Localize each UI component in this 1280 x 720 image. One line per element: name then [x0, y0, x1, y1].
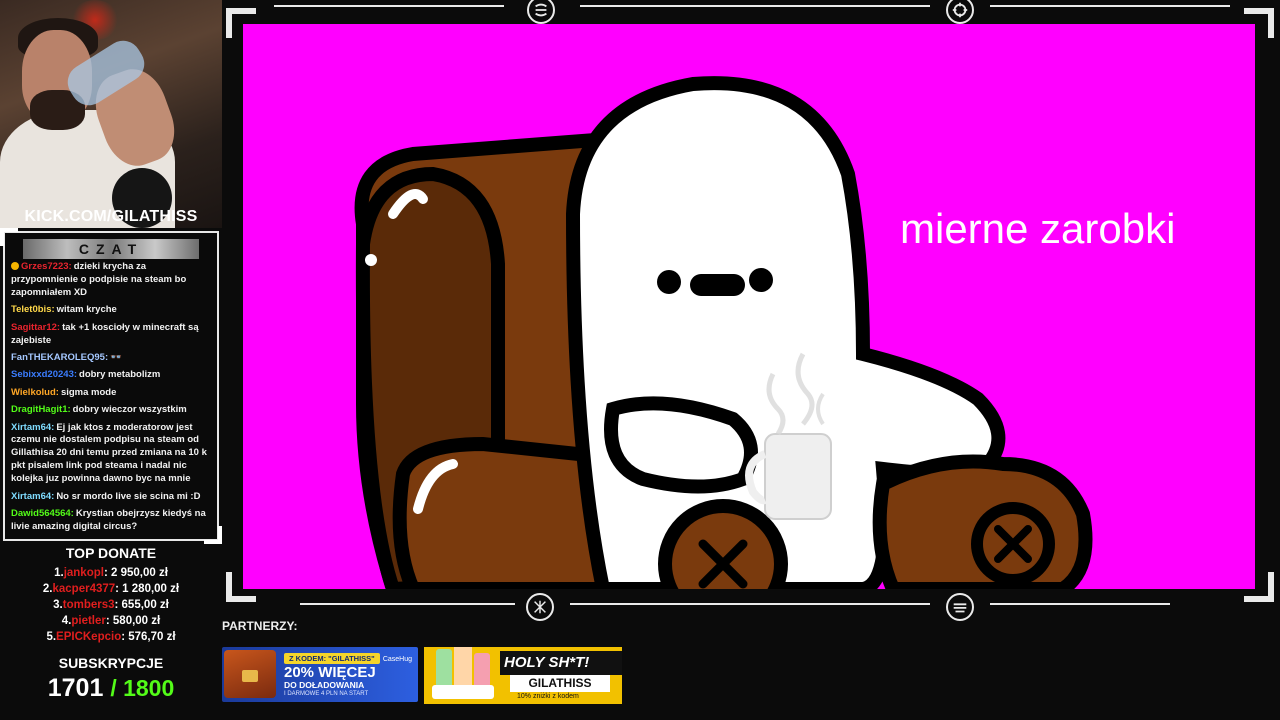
- drink-cans-icon: [432, 647, 494, 699]
- partner-banner-holyshit[interactable]: HOLY SH*T! GILATHISS 10% zniżki z kodem: [424, 647, 622, 704]
- chat-text: dobry metabolizm: [79, 369, 161, 381]
- chat-message: Telet0bis: witam kryche: [11, 304, 211, 317]
- frame-line-top-left: [274, 5, 504, 7]
- subs-counter: 1701 / 1800: [0, 674, 222, 703]
- chat-title: CZAT: [23, 239, 199, 259]
- frame-line-bottom-right: [990, 603, 1170, 605]
- chat-message: Wielkolud: sigma mode: [11, 387, 211, 400]
- donate-rank: 1.: [54, 567, 64, 579]
- donor-name: kacper4377: [52, 583, 116, 595]
- chat-message: FanTHEKAROLEQ95: 👓: [11, 352, 211, 365]
- donate-row: 1.jankopl: 2 950,00 zł: [0, 565, 222, 581]
- subs-goal: / 1800: [110, 675, 175, 701]
- banner2-foot: 10% zniżki z kodem: [517, 693, 579, 700]
- frame-line-top-right: [990, 5, 1230, 7]
- subs-current: 1701: [47, 674, 104, 702]
- channel-url: KICK.COM/GILATHISS: [24, 208, 198, 225]
- chat-username[interactable]: FanTHEKAROLEQ95:: [11, 352, 108, 363]
- donate-amount: : 2 950,00 zł: [103, 567, 168, 579]
- chat-message-list: Grzes7223: dzieki krycha za przypomnienie…: [5, 261, 217, 534]
- donate-amount: : 655,00 zł: [114, 599, 169, 611]
- banner1-headline: 20% WIĘCEJ: [284, 664, 376, 681]
- banner1-brand: CaseHug: [382, 656, 412, 663]
- banner2-headline: HOLY SH*T!: [504, 654, 590, 671]
- sub-badge-icon: [11, 262, 19, 270]
- banner1-sub: DO DOŁADOWANIA: [284, 680, 365, 690]
- chat-text: 👓: [110, 351, 122, 363]
- chat-message: DragitHagit1: dobry wieczor wszystkim: [11, 404, 211, 417]
- sponsor-logo-icon-4: [946, 593, 974, 621]
- chat-username[interactable]: Telet0bis:: [11, 304, 55, 315]
- ghost-in-armchair-illustration: [354, 76, 1093, 589]
- banner1-foot: I DARMOWE 4 PLN NA START: [284, 691, 369, 697]
- donate-row: 2.kacper4377: 1 280,00 zł: [0, 581, 222, 597]
- donate-row: 4.pietler: 580,00 zł: [0, 613, 222, 629]
- donate-amount: : 580,00 zł: [105, 615, 161, 627]
- subs-title: SUBSKRYPCJE: [58, 655, 164, 671]
- chat-username[interactable]: Sagittar12:: [11, 322, 60, 333]
- chat-username[interactable]: Xirtam64:: [11, 422, 54, 433]
- sponsor-logo-icon-3: [526, 593, 554, 621]
- top-donate-list: 1.jankopl: 2 950,00 zł 2.kacper4377: 1 28…: [0, 565, 222, 645]
- chat-username[interactable]: Sebixxd20243:: [11, 369, 77, 380]
- donate-rank: 5.: [46, 631, 57, 643]
- donate-rank: 4.: [61, 615, 72, 627]
- video-caption: mierne zarobki: [900, 205, 1176, 252]
- partners-label: PARTNERZY:: [222, 619, 298, 633]
- chat-message: Dawid564564: Krystian obejrzysz kiedyś na…: [11, 508, 211, 534]
- chat-text: sigma mode: [60, 386, 117, 398]
- partner-banner-casehug[interactable]: Z KODEM: "GILATHISS" CaseHug 20% WIĘCEJ …: [222, 647, 418, 702]
- frame-line-bottom-mid: [570, 603, 930, 605]
- donate-row: 5.EPICKepcio: 576,70 zł: [0, 629, 222, 645]
- chat-message: Sebixxd20243: dobry metabolizm: [11, 369, 211, 382]
- donate-amount: : 576,70 zł: [121, 631, 176, 643]
- donate-rank: 3.: [53, 599, 63, 611]
- chat-message: Sagittar12: tak +1 kosciołу w minecraft s…: [11, 322, 211, 348]
- donate-amount: : 1 280,00 zł: [115, 583, 180, 595]
- top-donate-panel: TOP DONATE 1.jankopl: 2 950,00 zł 2.kacpe…: [0, 545, 222, 645]
- top-donate-title: TOP DONATE: [65, 545, 157, 561]
- chat-panel: CZAT Grzes7223: dzieki krycha za przypomn…: [0, 228, 222, 544]
- banner2-code: GILATHISS: [510, 675, 610, 692]
- chat-text: dobry wieczor wszystkim: [72, 404, 187, 416]
- chat-text: witam kryche: [56, 304, 117, 316]
- frame-line-top-mid: [580, 5, 930, 7]
- chat-message: Xirtam64: No sr mordo live sie scina mi :…: [11, 491, 211, 504]
- chat-username[interactable]: Grzes7223:: [21, 261, 72, 272]
- main-video: mierne zarobki: [243, 24, 1255, 589]
- donor-name: tombers3: [62, 599, 115, 611]
- banner1-code: Z KODEM: "GILATHISS": [284, 653, 380, 664]
- chat-username[interactable]: DragitHagit1:: [11, 404, 71, 415]
- sponsor-logo-icon-1: [527, 0, 555, 24]
- donor-name: jankopl: [63, 567, 104, 579]
- sponsor-logo-icon-2: [946, 0, 974, 24]
- webcam-feed: [0, 0, 222, 228]
- chat-message: Xirtam64: Ej jak ktos z moderatorow jest …: [11, 422, 211, 487]
- treasure-chest-icon: [224, 650, 276, 698]
- frame-line-bottom-left: [300, 603, 515, 605]
- chat-username[interactable]: Dawid564564:: [11, 508, 74, 519]
- chat-text: No sr mordo live sie scina mi :D: [56, 490, 201, 502]
- chat-message: Grzes7223: dzieki krycha za przypomnienie…: [11, 261, 211, 300]
- donor-name: pietler: [71, 615, 106, 627]
- donate-row: 3.tombers3: 655,00 zł: [0, 597, 222, 613]
- chat-username[interactable]: Xirtam64:: [11, 491, 54, 502]
- chat-username[interactable]: Wielkolud:: [11, 387, 59, 398]
- donor-name: EPICKepcio: [56, 631, 122, 643]
